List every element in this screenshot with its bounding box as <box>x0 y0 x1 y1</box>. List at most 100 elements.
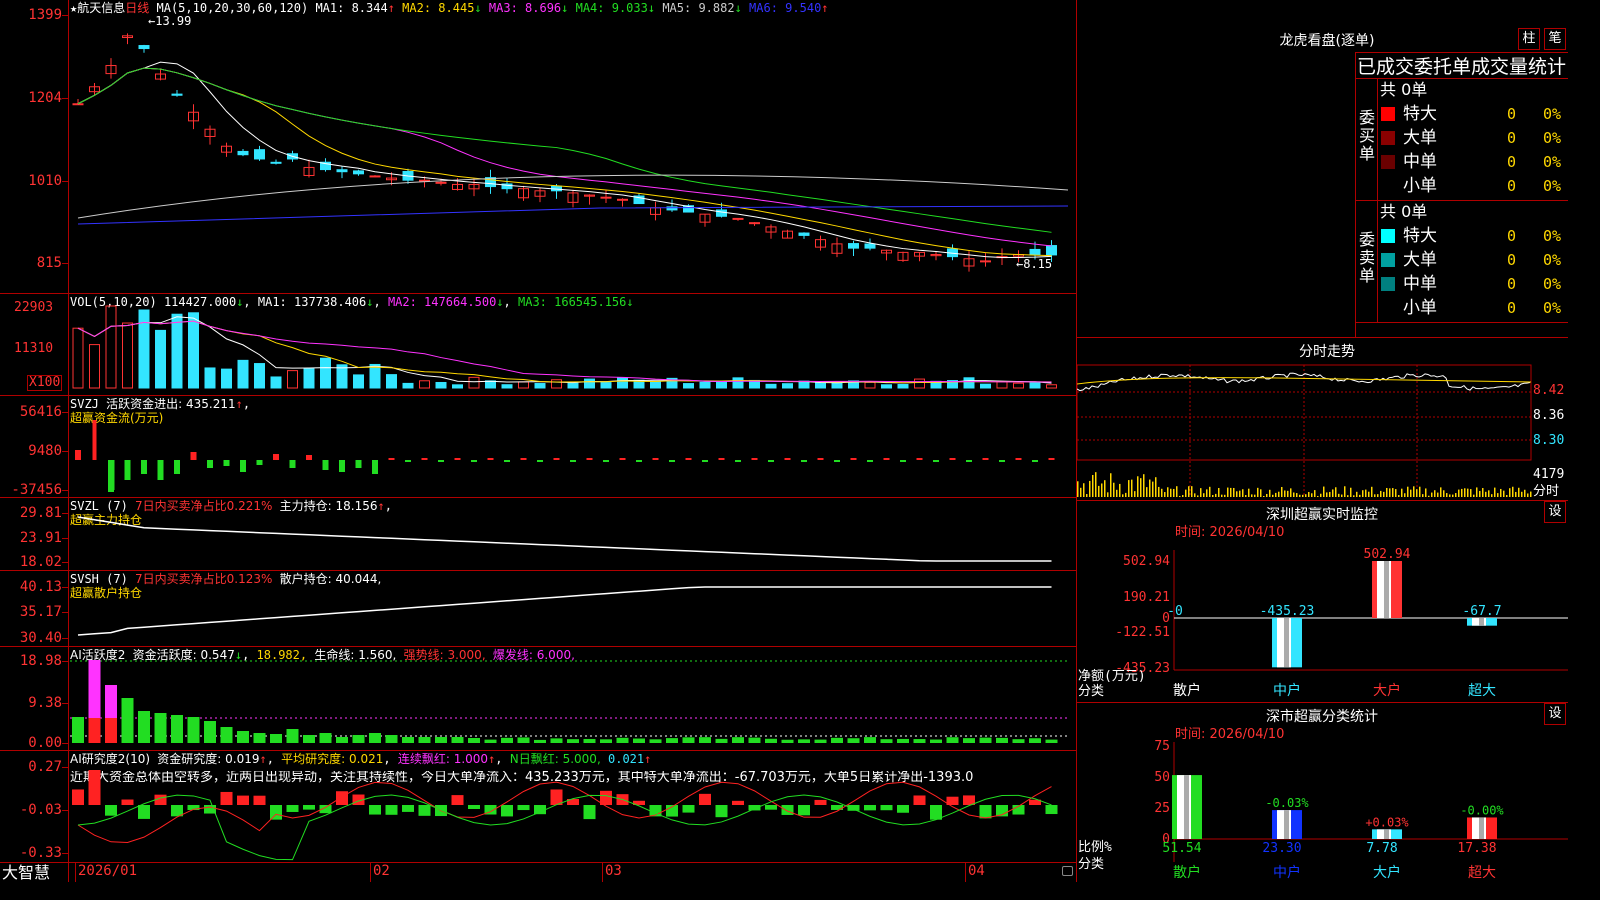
candle-body <box>353 170 364 175</box>
svzj-bar <box>207 460 213 468</box>
candle-body <box>270 161 282 164</box>
intraday-vol-bar <box>1446 493 1448 497</box>
svzj-bar <box>834 460 840 462</box>
intraday-vol-bar <box>1362 490 1364 497</box>
svsh-chart[interactable] <box>0 570 1076 646</box>
svzj-bar <box>1015 458 1022 460</box>
intraday-vol-bar <box>1407 486 1409 497</box>
ai2-bar <box>765 805 777 810</box>
ai2-bar <box>72 789 84 805</box>
szcls-value: 7.78 <box>1366 841 1397 856</box>
svzj-bar <box>421 458 428 460</box>
buy-row-name: 中单 <box>1403 152 1437 172</box>
volume-bar <box>188 312 199 389</box>
intraday-vol-bar <box>1527 493 1529 497</box>
svzj-bar <box>900 460 906 462</box>
intraday-vol-bar <box>1248 488 1250 497</box>
ai2-bar <box>913 795 926 805</box>
ai1-bar <box>435 737 447 743</box>
ai1-bar <box>154 713 167 743</box>
ai2-bar <box>336 791 348 805</box>
intraday-chart[interactable]: 8.42 8.36 8.30 4179 分时 <box>1077 362 1568 500</box>
tick-view-button[interactable]: 笔 <box>1544 28 1566 50</box>
ai2-bar <box>418 805 431 816</box>
volume-bar <box>1029 381 1041 389</box>
ai1-bar <box>220 727 233 743</box>
intraday-vol-bar <box>1290 488 1292 497</box>
svzj-bar <box>982 458 989 460</box>
ai2-bar <box>451 795 464 805</box>
volume-bar <box>221 368 232 389</box>
svzj-bar <box>636 460 642 462</box>
ai1-bar <box>583 738 596 743</box>
volume-bar <box>89 344 100 389</box>
intraday-vol-bar <box>1344 486 1346 497</box>
ai1-bar <box>831 737 843 743</box>
buy-row-percent: 0% <box>1543 153 1562 171</box>
ai2-bar <box>517 805 530 811</box>
volume-bar <box>732 377 744 389</box>
intraday-vol-bar <box>1278 491 1280 497</box>
ai1-bar <box>237 731 249 743</box>
ai1-bar <box>699 737 711 743</box>
svzl-chart[interactable] <box>0 497 1076 570</box>
ai1-bar <box>732 737 744 743</box>
volume-chart[interactable] <box>0 293 1076 395</box>
ai2-bar <box>286 805 299 812</box>
ai-research-chart[interactable] <box>0 750 1076 862</box>
szmon-bar-value: -67.7 <box>1462 604 1501 619</box>
x-axis-label: 2026/01 <box>78 863 138 879</box>
candle-body <box>254 149 265 160</box>
volume-bar <box>864 381 876 389</box>
szmon-y-tick: 502.94 <box>1123 554 1170 569</box>
svzj-chart[interactable] <box>0 395 1076 497</box>
sell-color-swatch <box>1381 229 1395 243</box>
intraday-vol-bar <box>1113 482 1115 497</box>
volume-bar <box>650 381 661 389</box>
intraday-vol-bar <box>1281 486 1283 497</box>
szmon-axis-label2: 分类 <box>1078 684 1104 699</box>
intraday-vol-bar <box>1476 487 1478 497</box>
intraday-vol-bar <box>1206 489 1208 497</box>
intraday-vol-bar <box>1494 487 1496 497</box>
lock-icon[interactable] <box>1062 866 1073 876</box>
intraday-vol-bar <box>1452 494 1454 497</box>
svzj-bar <box>487 458 494 460</box>
intraday-vol-bar <box>1188 486 1190 497</box>
intraday-vol-bar <box>1521 491 1523 497</box>
intraday-vol-bar <box>1161 488 1163 497</box>
intraday-vol-bar <box>1365 489 1367 497</box>
svzj-bar <box>1032 460 1038 462</box>
kline-y-tick: 1010 <box>28 173 62 189</box>
intraday-vol-bar <box>1164 492 1166 497</box>
sell-color-swatch <box>1381 277 1395 291</box>
ai1-bar <box>666 738 678 743</box>
svzj-bar <box>405 460 411 462</box>
intraday-vol-bar <box>1470 489 1472 497</box>
sz-class-chart[interactable]: 755025051.54散户-0.03%23.30中户+0.03%7.78大户-… <box>1077 722 1568 882</box>
intraday-vol-bar <box>1320 493 1322 497</box>
intraday-vol-bar <box>1353 495 1355 497</box>
intraday-vol-bar <box>1434 490 1436 497</box>
intraday-y-tick: 8.30 <box>1533 433 1564 448</box>
intraday-vol-bar <box>1149 479 1151 497</box>
svzj-bar <box>108 460 114 492</box>
svzj-bar <box>471 460 477 462</box>
ai2-bar <box>88 770 101 805</box>
ai-activity-chart[interactable] <box>0 646 1076 750</box>
ai1-bar <box>781 739 794 743</box>
volume-bar <box>897 384 909 389</box>
vol-unit: X100 <box>27 375 63 391</box>
svzj-y-tick: 56416 <box>19 404 62 420</box>
svzj-bar <box>273 454 279 460</box>
intraday-vol-bar <box>1263 495 1265 497</box>
svzj-bar <box>240 460 246 472</box>
sz-monitor-chart[interactable]: 502.94190.210-122.51-435.23-0散户-435.23中户… <box>1077 520 1568 702</box>
volume-bar <box>567 382 579 389</box>
kline-chart[interactable] <box>0 0 1076 293</box>
intraday-vol-bar <box>1410 489 1412 497</box>
ai1-bar <box>864 737 876 743</box>
ai2-bar <box>1045 805 1058 815</box>
ai1-bar <box>517 737 530 743</box>
column-view-button[interactable]: 柱 <box>1518 28 1540 50</box>
